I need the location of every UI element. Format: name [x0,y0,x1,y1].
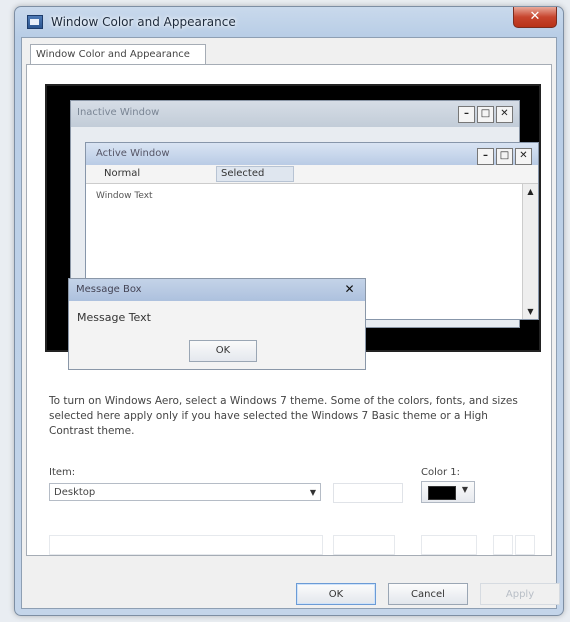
menu-normal[interactable]: Normal [104,168,140,179]
message-box-title: Message Box [76,284,142,295]
color1-button[interactable]: ▼ [421,481,475,503]
close-window-button[interactable]: ✕ [513,7,557,28]
font-select-disabled [49,535,323,555]
preview-message-box[interactable]: Message Box ✕ Message Text OK [68,278,366,370]
close-icon[interactable]: ✕ [515,148,532,165]
window-title: Window Color and Appearance [51,15,236,29]
dialog-client-area: Window Color and Appearance Inactive Win… [21,37,560,609]
window-text[interactable]: Window Text [96,191,153,201]
minimize-icon[interactable]: – [477,148,494,165]
item-select[interactable]: Desktop ▼ [49,483,321,501]
aero-description: To turn on Windows Aero, select a Window… [49,395,518,437]
scroll-up-icon[interactable]: ▲ [523,184,538,199]
close-icon[interactable]: ✕ [496,106,513,123]
menu-selected[interactable]: Selected [216,166,294,182]
chevron-down-icon: ▼ [461,485,468,494]
apply-button[interactable]: Apply [480,583,560,605]
font-color-disabled [421,535,477,555]
scroll-down-icon[interactable]: ▼ [523,304,538,319]
preview-menu-bar: Normal Selected [86,165,538,184]
color1-label: Color 1: [421,467,461,478]
inactive-window-title-bar[interactable]: Inactive Window – □ ✕ [71,101,519,127]
chevron-down-icon: ▼ [309,488,316,497]
active-window-title-bar[interactable]: Active Window – □ ✕ [86,143,538,165]
title-bar[interactable]: Window Color and Appearance ✕ [15,7,563,37]
item-select-value: Desktop [54,487,96,498]
cancel-button[interactable]: Cancel [388,583,468,605]
preview-scrollbar[interactable]: ▲ ▼ [522,184,538,319]
window-app-icon [27,15,43,29]
ok-button[interactable]: OK [296,583,376,605]
minimize-icon[interactable]: – [458,106,475,123]
color-swatch [428,486,456,500]
active-caption-buttons: – □ ✕ [477,148,532,165]
message-ok-button[interactable]: OK [189,340,257,362]
message-text[interactable]: Message Text [77,311,151,324]
bold-button-disabled [493,535,513,555]
italic-button-disabled [515,535,535,555]
active-window-title: Active Window [96,148,170,159]
font-size-disabled [333,535,395,555]
tab-page: Inactive Window – □ ✕ Active Window – □ … [26,64,552,556]
message-box-title-bar[interactable]: Message Box ✕ [69,279,365,301]
dialog-window: Window Color and Appearance ✕ Window Col… [14,6,564,616]
size-field [333,483,403,503]
inactive-window-title: Inactive Window [77,107,160,118]
close-icon[interactable]: ✕ [342,282,357,297]
item-label: Item: [49,467,76,478]
tab-window-color-and-appearance[interactable]: Window Color and Appearance [30,44,206,64]
maximize-icon[interactable]: □ [477,106,494,123]
inactive-caption-buttons: – □ ✕ [458,106,513,123]
maximize-icon[interactable]: □ [496,148,513,165]
